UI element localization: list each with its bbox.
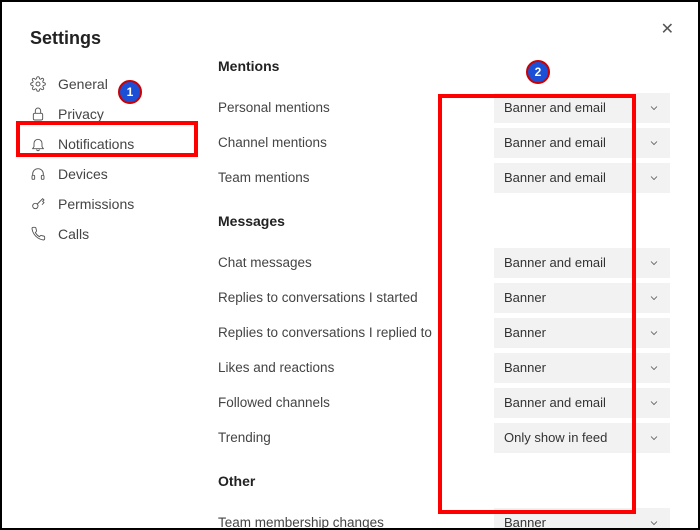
setting-row: Likes and reactions Banner: [218, 350, 670, 385]
setting-dropdown-likes[interactable]: Banner: [494, 353, 670, 383]
setting-dropdown-replies-replied[interactable]: Banner: [494, 318, 670, 348]
sidebar-item-privacy[interactable]: Privacy: [22, 99, 194, 129]
sidebar-item-label: Calls: [58, 226, 89, 242]
chevron-down-icon: [648, 257, 660, 269]
section-heading-mentions: Mentions: [218, 58, 670, 74]
sidebar-item-label: Notifications: [58, 136, 134, 152]
phone-icon: [30, 226, 46, 242]
setting-dropdown-team-mentions[interactable]: Banner and email: [494, 163, 670, 193]
dropdown-value: Banner: [504, 515, 546, 528]
sidebar: General Privacy Notifications Devices: [2, 69, 202, 249]
page-title: Settings: [2, 18, 202, 69]
dropdown-value: Banner: [504, 290, 546, 305]
setting-label: Channel mentions: [218, 134, 486, 152]
dropdown-value: Banner and email: [504, 170, 606, 185]
setting-dropdown-replies-started[interactable]: Banner: [494, 283, 670, 313]
sidebar-item-calls[interactable]: Calls: [22, 219, 194, 249]
dropdown-value: Banner and email: [504, 100, 606, 115]
setting-label: Replies to conversations I replied to: [218, 324, 486, 342]
sidebar-item-general[interactable]: General: [22, 69, 194, 99]
setting-label: Team membership changes: [218, 514, 486, 528]
setting-row: Replies to conversations I replied to Ba…: [218, 315, 670, 350]
setting-dropdown-channel-mentions[interactable]: Banner and email: [494, 128, 670, 158]
sidebar-item-permissions[interactable]: Permissions: [22, 189, 194, 219]
sidebar-item-label: Privacy: [58, 106, 104, 122]
bell-icon: [30, 136, 46, 152]
chevron-down-icon: [648, 362, 660, 374]
chevron-down-icon: [648, 397, 660, 409]
close-button[interactable]: ✕: [661, 22, 674, 38]
chevron-down-icon: [648, 517, 660, 529]
setting-label: Replies to conversations I started: [218, 289, 486, 307]
setting-dropdown-personal-mentions[interactable]: Banner and email: [494, 93, 670, 123]
chevron-down-icon: [648, 102, 660, 114]
setting-row: Team mentions Banner and email: [218, 160, 670, 195]
setting-label: Likes and reactions: [218, 359, 486, 377]
section-heading-messages: Messages: [218, 213, 670, 229]
dropdown-value: Only show in feed: [504, 430, 607, 445]
dropdown-value: Banner and email: [504, 135, 606, 150]
chevron-down-icon: [648, 137, 660, 149]
sidebar-item-label: Permissions: [58, 196, 134, 212]
lock-icon: [30, 106, 46, 122]
setting-row: Followed channels Banner and email: [218, 385, 670, 420]
headset-icon: [30, 166, 46, 182]
setting-dropdown-membership-changes[interactable]: Banner: [494, 508, 670, 529]
setting-row: Chat messages Banner and email: [218, 245, 670, 280]
setting-label: Trending: [218, 429, 486, 447]
sidebar-item-notifications[interactable]: Notifications: [22, 129, 194, 159]
key-icon: [30, 196, 46, 212]
setting-label: Personal mentions: [218, 99, 486, 117]
dropdown-value: Banner: [504, 325, 546, 340]
section-heading-other: Other: [218, 473, 670, 489]
setting-dropdown-chat-messages[interactable]: Banner and email: [494, 248, 670, 278]
sidebar-item-label: Devices: [58, 166, 108, 182]
chevron-down-icon: [648, 327, 660, 339]
setting-row: Channel mentions Banner and email: [218, 125, 670, 160]
setting-label: Followed channels: [218, 394, 486, 412]
setting-row: Trending Only show in feed: [218, 420, 670, 455]
gear-icon: [30, 76, 46, 92]
settings-panel: Mentions Personal mentions Banner and em…: [202, 18, 698, 528]
setting-label: Team mentions: [218, 169, 486, 187]
setting-dropdown-followed-channels[interactable]: Banner and email: [494, 388, 670, 418]
sidebar-item-label: General: [58, 76, 108, 92]
dropdown-value: Banner and email: [504, 255, 606, 270]
chevron-down-icon: [648, 172, 660, 184]
setting-row: Replies to conversations I started Banne…: [218, 280, 670, 315]
dropdown-value: Banner: [504, 360, 546, 375]
chevron-down-icon: [648, 432, 660, 444]
setting-row: Personal mentions Banner and email: [218, 90, 670, 125]
dropdown-value: Banner and email: [504, 395, 606, 410]
setting-label: Chat messages: [218, 254, 486, 272]
chevron-down-icon: [648, 292, 660, 304]
setting-row: Team membership changes Banner: [218, 505, 670, 528]
setting-dropdown-trending[interactable]: Only show in feed: [494, 423, 670, 453]
sidebar-item-devices[interactable]: Devices: [22, 159, 194, 189]
